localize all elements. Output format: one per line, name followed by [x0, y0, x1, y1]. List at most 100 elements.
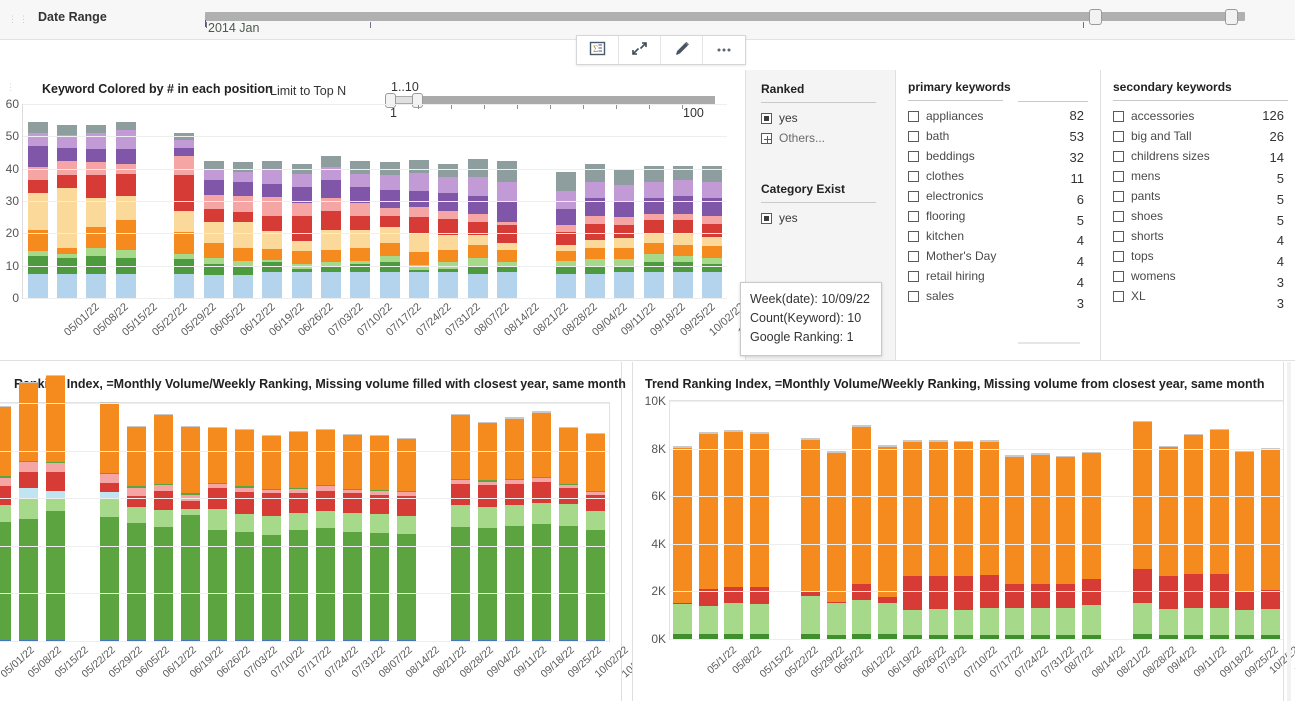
- bar[interactable]: [350, 160, 371, 298]
- bar[interactable]: [115, 121, 136, 298]
- bar[interactable]: [643, 165, 664, 298]
- bar[interactable]: [1235, 451, 1255, 639]
- bar[interactable]: [724, 429, 744, 639]
- secondary-keyword-row[interactable]: shorts: [1113, 226, 1288, 246]
- checkbox-icon[interactable]: [908, 250, 919, 262]
- checkbox-icon[interactable]: [1113, 250, 1124, 262]
- bar[interactable]: [235, 429, 254, 641]
- bar[interactable]: [852, 424, 872, 639]
- panel-scrollbar[interactable]: [1287, 362, 1291, 701]
- bar[interactable]: [555, 172, 576, 298]
- checkbox-icon[interactable]: [761, 112, 772, 124]
- bar[interactable]: [1030, 453, 1050, 639]
- bar[interactable]: [1209, 428, 1229, 639]
- bar[interactable]: [702, 165, 723, 298]
- summary-button[interactable]: Σ: [577, 36, 619, 64]
- primary-keyword-row[interactable]: bath: [908, 126, 1088, 146]
- bar[interactable]: [1081, 451, 1101, 639]
- bar[interactable]: [877, 445, 897, 639]
- bar[interactable]: [826, 451, 846, 639]
- bar[interactable]: [585, 163, 605, 298]
- more-options-button[interactable]: [703, 36, 745, 64]
- bar[interactable]: [127, 425, 146, 641]
- edit-button[interactable]: [661, 36, 703, 64]
- bar[interactable]: [1056, 455, 1076, 639]
- primary-keyword-row[interactable]: retail hiring: [908, 266, 1088, 286]
- primary-keyword-row[interactable]: Mother's Day: [908, 246, 1088, 266]
- slider-handle-end[interactable]: [1225, 9, 1238, 25]
- checkbox-icon[interactable]: [908, 270, 919, 282]
- checkbox-icon[interactable]: [1113, 210, 1124, 222]
- bar[interactable]: [698, 431, 718, 639]
- bar[interactable]: [86, 125, 107, 298]
- bar[interactable]: [233, 162, 253, 298]
- ranked-filter-item-yes[interactable]: yes: [761, 108, 876, 128]
- checkbox-icon[interactable]: [1113, 290, 1124, 302]
- bar[interactable]: [262, 161, 283, 298]
- bar[interactable]: [1133, 421, 1153, 639]
- bar[interactable]: [397, 437, 416, 641]
- bar[interactable]: [954, 441, 974, 639]
- checkbox-icon[interactable]: [908, 290, 919, 302]
- fullscreen-button[interactable]: [619, 36, 661, 64]
- primary-keyword-row[interactable]: clothes: [908, 166, 1088, 186]
- secondary-keyword-row[interactable]: big and Tall: [1113, 126, 1288, 146]
- bar[interactable]: [451, 413, 470, 641]
- secondary-keyword-row[interactable]: womens: [1113, 266, 1288, 286]
- checkbox-icon[interactable]: [908, 230, 919, 242]
- bar[interactable]: [100, 401, 119, 641]
- bar[interactable]: [0, 406, 11, 641]
- bar[interactable]: [559, 427, 578, 641]
- checkbox-icon[interactable]: [908, 150, 919, 162]
- scrollbar-indicator[interactable]: [1018, 342, 1080, 344]
- expand-icon[interactable]: [761, 132, 772, 144]
- primary-keyword-row[interactable]: beddings: [908, 146, 1088, 166]
- checkbox-icon[interactable]: [908, 110, 919, 122]
- bar[interactable]: [19, 382, 38, 641]
- secondary-keyword-row[interactable]: mens: [1113, 166, 1288, 186]
- bar[interactable]: [673, 165, 693, 298]
- primary-keyword-row[interactable]: flooring: [908, 206, 1088, 226]
- secondary-keyword-row[interactable]: childrens sizes: [1113, 146, 1288, 166]
- bar[interactable]: [1184, 433, 1204, 639]
- bar[interactable]: [928, 440, 948, 639]
- bar[interactable]: [289, 430, 308, 641]
- bar[interactable]: [343, 434, 362, 641]
- bar[interactable]: [174, 133, 195, 298]
- checkbox-icon[interactable]: [908, 170, 919, 182]
- bar[interactable]: [478, 422, 497, 641]
- bar[interactable]: [46, 374, 65, 641]
- checkbox-icon[interactable]: [1113, 110, 1124, 122]
- secondary-keyword-row[interactable]: pants: [1113, 186, 1288, 206]
- bar[interactable]: [749, 431, 769, 639]
- date-range-slider[interactable]: 2022 May 2022 Oct 2022 Oct: [205, 8, 1245, 38]
- bar[interactable]: [321, 155, 341, 298]
- bar[interactable]: [1005, 455, 1025, 639]
- bar[interactable]: [316, 429, 335, 641]
- bar[interactable]: [532, 411, 551, 641]
- checkbox-icon[interactable]: [908, 190, 919, 202]
- checkbox-icon[interactable]: [908, 210, 919, 222]
- bar[interactable]: [181, 425, 200, 641]
- bar[interactable]: [262, 434, 281, 641]
- bar[interactable]: [291, 163, 312, 298]
- bar[interactable]: [370, 435, 389, 641]
- bar[interactable]: [203, 160, 224, 298]
- checkbox-icon[interactable]: [1113, 170, 1124, 182]
- slider-handle-start[interactable]: [1089, 9, 1102, 25]
- primary-keyword-row[interactable]: kitchen: [908, 226, 1088, 246]
- checkbox-icon[interactable]: [1113, 150, 1124, 162]
- primary-keyword-row[interactable]: electronics: [908, 186, 1088, 206]
- bar[interactable]: [27, 121, 48, 298]
- category-filter-item-yes[interactable]: yes: [761, 208, 876, 228]
- bar[interactable]: [979, 439, 999, 639]
- primary-keyword-row[interactable]: appliances: [908, 106, 1088, 126]
- checkbox-icon[interactable]: [1113, 270, 1124, 282]
- secondary-keyword-row[interactable]: shoes: [1113, 206, 1288, 226]
- bar[interactable]: [586, 433, 605, 641]
- secondary-keyword-row[interactable]: XL: [1113, 286, 1288, 306]
- bar[interactable]: [1158, 445, 1178, 639]
- checkbox-icon[interactable]: [761, 212, 772, 224]
- ranked-filter-item-others-[interactable]: Others...: [761, 128, 876, 148]
- secondary-keyword-row[interactable]: tops: [1113, 246, 1288, 266]
